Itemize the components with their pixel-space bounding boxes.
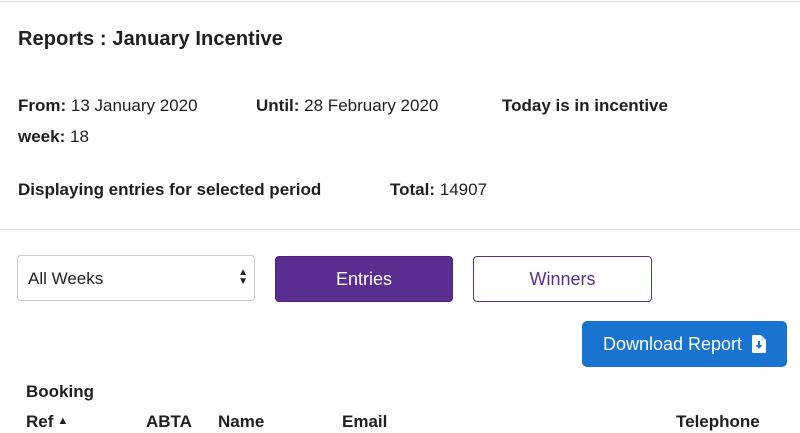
entries-button[interactable]: Entries: [275, 256, 453, 302]
section-divider: [0, 229, 800, 230]
file-download-icon: [752, 335, 767, 353]
from-value: 13 January 2020: [70, 96, 198, 115]
column-header-booking[interactable]: Booking: [26, 382, 94, 402]
until-value: 28 February 2020: [304, 96, 439, 115]
total-value: 14907: [439, 180, 488, 199]
week-label: week:: [18, 127, 66, 146]
column-header-telephone[interactable]: Telephone: [676, 412, 760, 432]
column-header-abta[interactable]: ABTA: [146, 412, 192, 432]
total-entries: Total: 14907: [390, 180, 487, 200]
week-select[interactable]: All Weeks ▲ ▼: [17, 255, 255, 301]
page-title: Reports : January Incentive: [18, 28, 284, 50]
incentive-week: week: 18: [18, 127, 89, 147]
today-incentive-text: Today is in incentive: [502, 96, 668, 115]
download-report-label: Download Report: [602, 333, 743, 354]
winners-button[interactable]: Winners: [473, 256, 652, 302]
displaying-entries-text: Displaying entries for selected period: [18, 180, 322, 199]
select-arrows-icon: ▲ ▼: [238, 267, 248, 287]
column-header-email[interactable]: Email: [342, 412, 387, 432]
download-report-button[interactable]: Download Report: [582, 321, 787, 367]
booking-ref-label: Ref: [26, 412, 54, 431]
week-value: 18: [69, 127, 89, 146]
column-header-name[interactable]: Name: [218, 412, 264, 432]
until-date: Until: 28 February 2020: [256, 96, 438, 116]
total-label: Total:: [390, 180, 436, 199]
column-header-booking-ref[interactable]: Ref ▲: [26, 412, 68, 432]
reports-page: Reports : January Incentive From: 13 Jan…: [0, 0, 800, 433]
week-select-value: All Weeks: [28, 269, 104, 288]
from-date: From: 13 January 2020: [18, 96, 198, 116]
until-label: Until:: [256, 96, 300, 115]
top-divider: [0, 1, 800, 2]
from-label: From:: [18, 96, 67, 115]
sort-ascending-icon[interactable]: ▲: [57, 415, 68, 427]
